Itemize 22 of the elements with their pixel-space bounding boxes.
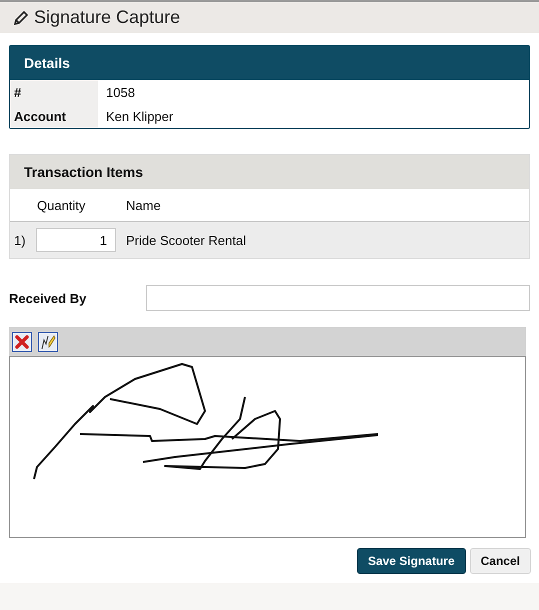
page-title: Signature Capture <box>34 7 180 28</box>
panel-header: Details <box>10 46 529 80</box>
field-label: # <box>10 80 98 104</box>
field-label: Account <box>10 104 98 128</box>
save-button[interactable]: Save Signature <box>356 548 466 574</box>
close-icon <box>14 334 30 350</box>
scribble-pencil-icon <box>40 334 56 350</box>
clear-button[interactable] <box>12 332 32 352</box>
pencil-icon <box>14 10 28 24</box>
quantity-field[interactable]: 1 <box>36 228 116 252</box>
signature-pad[interactable] <box>9 356 526 538</box>
panel-header: Transaction Items <box>10 155 529 189</box>
received-by-field[interactable] <box>146 285 530 311</box>
cancel-button[interactable]: Cancel <box>470 548 531 574</box>
pen-button[interactable] <box>38 332 58 352</box>
row-number: 1) <box>13 232 27 248</box>
column-header: Name <box>126 198 161 212</box>
column-header: Quantity <box>36 198 86 212</box>
field-value: Ken Klipper <box>105 108 174 124</box>
field-label: Received By <box>9 290 88 306</box>
field-value: 1058 <box>105 84 135 100</box>
item-name: Pride Scooter Rental <box>126 232 246 248</box>
